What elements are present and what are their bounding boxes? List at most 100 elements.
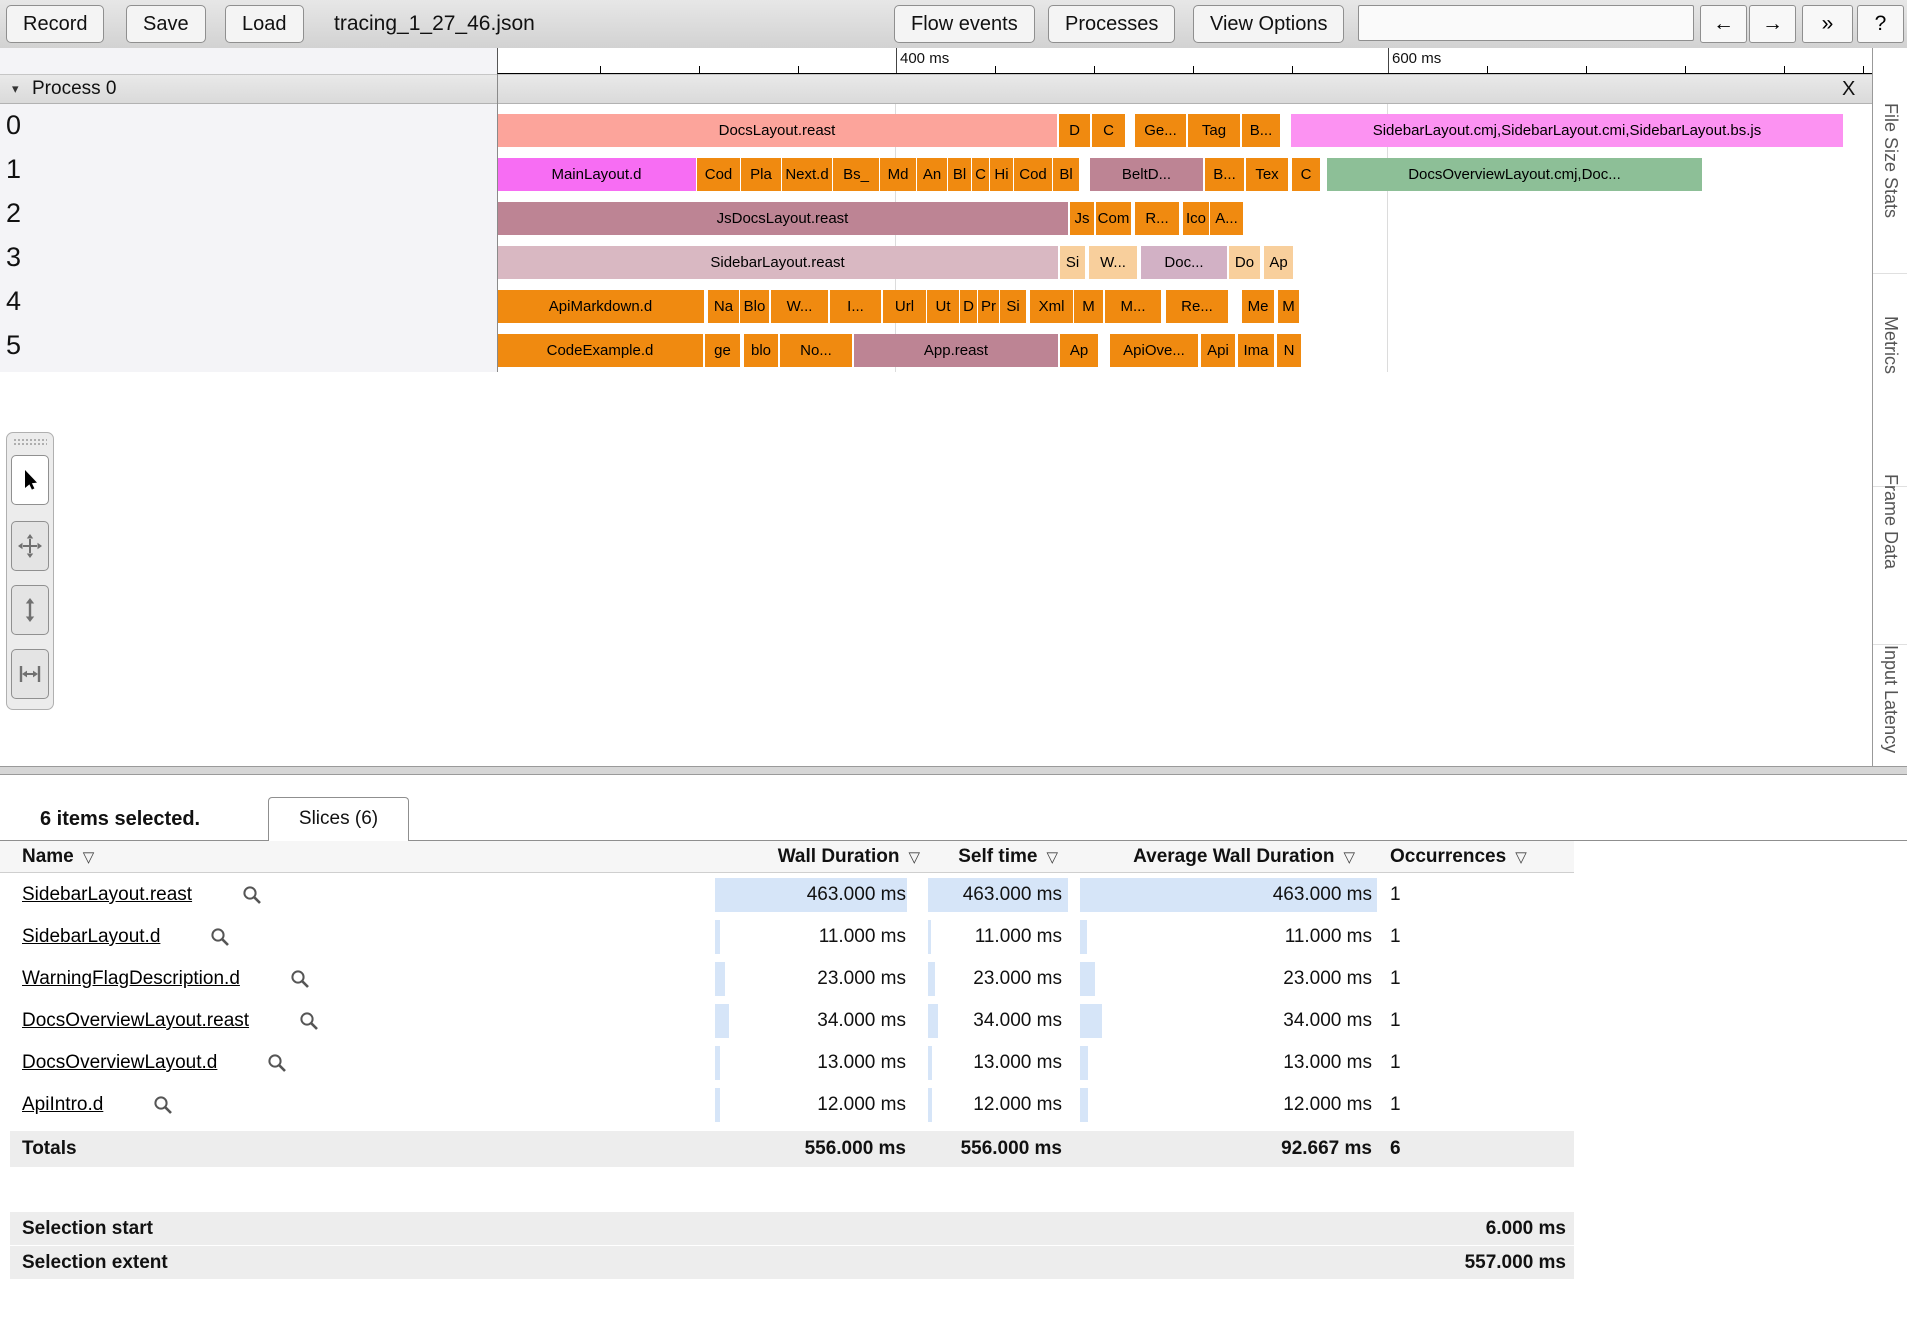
column-header-occurrences[interactable]: Occurrences▽ xyxy=(1390,841,1527,872)
slice-name-link[interactable]: DocsOverviewLayout.d xyxy=(22,1052,217,1074)
magnifier-icon[interactable] xyxy=(210,927,230,947)
trace-slice[interactable]: MainLayout.d xyxy=(497,158,696,191)
trace-slice[interactable]: W... xyxy=(771,290,828,323)
trace-slice[interactable]: C xyxy=(1092,114,1125,147)
load-button[interactable]: Load xyxy=(225,5,304,43)
trace-slice[interactable]: Tex xyxy=(1246,158,1288,191)
overflow-menu-button[interactable]: » xyxy=(1802,5,1853,43)
trace-slice[interactable]: C xyxy=(972,158,989,191)
trace-slice[interactable]: Bs_ xyxy=(833,158,879,191)
magnifier-icon[interactable] xyxy=(290,969,310,989)
pan-tool-button[interactable] xyxy=(11,521,49,571)
trace-slice[interactable]: DocsOverviewLayout.cmj,Doc... xyxy=(1327,158,1702,191)
trace-slice[interactable]: R... xyxy=(1135,202,1179,235)
trace-slice[interactable]: Md xyxy=(880,158,916,191)
trace-slice[interactable]: N xyxy=(1277,334,1301,367)
column-header-wall-duration[interactable]: Wall Duration▽ xyxy=(778,841,920,872)
slice-name-link[interactable]: DocsOverviewLayout.reast xyxy=(22,1010,249,1032)
trace-slice[interactable]: A... xyxy=(1210,202,1243,235)
trace-slice[interactable]: Api xyxy=(1201,334,1235,367)
trace-slice[interactable]: CodeExample.d xyxy=(497,334,703,367)
column-header-name[interactable]: Name▽ xyxy=(22,841,94,872)
magnifier-icon[interactable] xyxy=(299,1011,319,1031)
trace-slice[interactable]: M xyxy=(1278,290,1299,323)
tab-slices[interactable]: Slices (6) xyxy=(268,797,409,841)
slice-name-link[interactable]: SidebarLayout.reast xyxy=(22,884,192,906)
timeline-ruler[interactable]: 400 ms600 ms xyxy=(497,48,1872,74)
save-button[interactable]: Save xyxy=(126,5,206,43)
search-input[interactable] xyxy=(1358,5,1694,41)
trace-slice[interactable]: Re... xyxy=(1166,290,1228,323)
trace-slice[interactable]: C xyxy=(1292,158,1320,191)
side-tab-frame-data[interactable]: Frame Data xyxy=(1880,474,1901,569)
process-header[interactable]: ▾ Process 0 X xyxy=(0,74,1872,104)
trace-slice[interactable]: Ico xyxy=(1183,202,1209,235)
collapse-icon[interactable]: ▾ xyxy=(12,81,19,97)
trace-slice[interactable]: Next.d xyxy=(782,158,832,191)
palette-grip[interactable] xyxy=(13,438,47,447)
trace-slice[interactable]: BeltD... xyxy=(1090,158,1203,191)
trace-slice[interactable]: Cod xyxy=(697,158,740,191)
trace-slice[interactable]: blo xyxy=(744,334,778,367)
trace-slice[interactable]: DocsLayout.reast xyxy=(497,114,1057,147)
trace-slice[interactable]: B... xyxy=(1242,114,1280,147)
help-button[interactable]: ? xyxy=(1857,5,1904,43)
trace-slice[interactable]: Si xyxy=(1060,246,1085,279)
magnifier-icon[interactable] xyxy=(267,1053,287,1073)
trace-slice[interactable]: Ima xyxy=(1238,334,1274,367)
trace-slice[interactable]: W... xyxy=(1089,246,1137,279)
trace-slice[interactable]: Tag xyxy=(1188,114,1240,147)
trace-slice[interactable]: Xml xyxy=(1030,290,1073,323)
trace-slice[interactable]: Me xyxy=(1242,290,1274,323)
trace-slice[interactable]: Bl xyxy=(948,158,971,191)
timing-select-tool-button[interactable] xyxy=(11,649,49,699)
select-tool-button[interactable] xyxy=(11,455,49,505)
trace-slice[interactable]: Do xyxy=(1229,246,1260,279)
trace-slice[interactable]: ApiMarkdown.d xyxy=(497,290,704,323)
record-button[interactable]: Record xyxy=(6,5,104,43)
trace-slice[interactable]: Doc... xyxy=(1141,246,1227,279)
trace-slice[interactable]: Pr xyxy=(978,290,999,323)
trace-slice[interactable]: Ut xyxy=(927,290,959,323)
column-header-self-time[interactable]: Self time▽ xyxy=(958,841,1058,872)
trace-slice[interactable]: Com xyxy=(1096,202,1131,235)
trace-slice[interactable]: M... xyxy=(1105,290,1161,323)
processes-button[interactable]: Processes xyxy=(1048,5,1175,43)
trace-slice[interactable]: Blo xyxy=(740,290,769,323)
trace-slice[interactable]: I... xyxy=(830,290,881,323)
trace-slice[interactable]: Hi xyxy=(990,158,1013,191)
side-tab-metrics[interactable]: Metrics xyxy=(1880,316,1901,374)
column-header-average-wall-duration[interactable]: Average Wall Duration▽ xyxy=(1133,841,1355,872)
trace-slice[interactable]: Js xyxy=(1070,202,1094,235)
zoom-tool-button[interactable] xyxy=(11,585,49,635)
slice-name-link[interactable]: ApiIntro.d xyxy=(22,1094,103,1116)
trace-slice[interactable]: Url xyxy=(883,290,926,323)
find-next-button[interactable]: → xyxy=(1749,5,1796,43)
trace-slice[interactable]: SidebarLayout.cmj,SidebarLayout.cmi,Side… xyxy=(1291,114,1843,147)
trace-slice[interactable]: Si xyxy=(1000,290,1026,323)
trace-slice[interactable]: No... xyxy=(780,334,852,367)
trace-slice[interactable]: D xyxy=(960,290,977,323)
side-tab-file-size-stats[interactable]: File Size Stats xyxy=(1880,103,1901,218)
trace-slice[interactable]: App.reast xyxy=(854,334,1058,367)
close-process-button[interactable]: X xyxy=(1842,75,1855,103)
slice-name-link[interactable]: WarningFlagDescription.d xyxy=(22,968,240,990)
trace-slice[interactable]: ApiOve... xyxy=(1110,334,1198,367)
view-options-button[interactable]: View Options xyxy=(1193,5,1344,43)
trace-slice[interactable]: ge xyxy=(705,334,740,367)
trace-slice[interactable]: Bl xyxy=(1053,158,1079,191)
trace-slice[interactable]: Ap xyxy=(1264,246,1293,279)
trace-slice[interactable]: Ap xyxy=(1060,334,1098,367)
trace-slice[interactable]: B... xyxy=(1205,158,1244,191)
panel-splitter[interactable] xyxy=(0,766,1907,775)
trace-slice[interactable]: An xyxy=(917,158,947,191)
trace-slice[interactable]: JsDocsLayout.reast xyxy=(497,202,1068,235)
magnifier-icon[interactable] xyxy=(242,885,262,905)
slice-name-link[interactable]: SidebarLayout.d xyxy=(22,926,160,948)
trace-slice[interactable]: Na xyxy=(708,290,739,323)
flow-events-button[interactable]: Flow events xyxy=(894,5,1035,43)
magnifier-icon[interactable] xyxy=(153,1095,173,1115)
trace-slice[interactable]: Ge... xyxy=(1135,114,1186,147)
flame-chart[interactable]: 0DocsLayout.reastDCGe...TagB...SidebarLa… xyxy=(0,104,1872,372)
trace-slice[interactable]: Cod xyxy=(1014,158,1052,191)
